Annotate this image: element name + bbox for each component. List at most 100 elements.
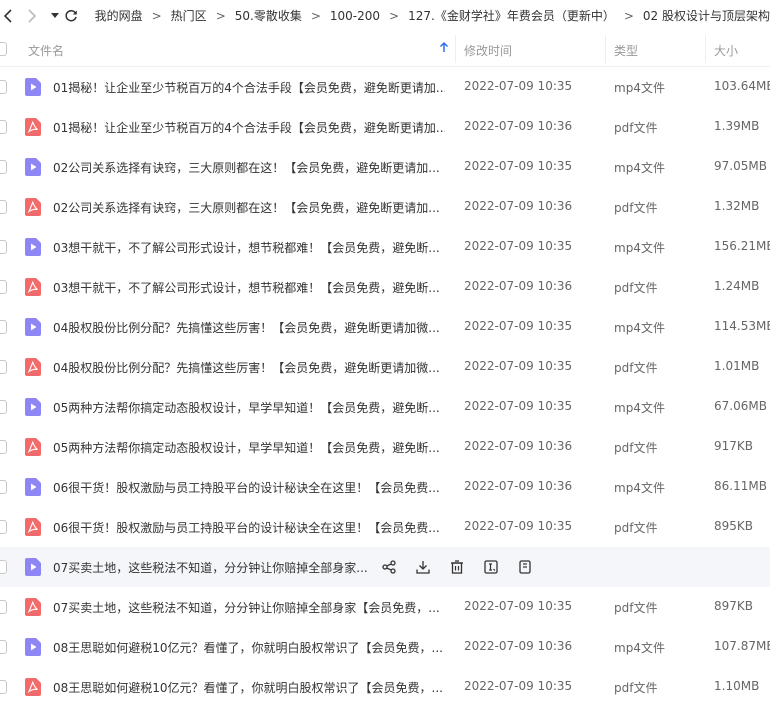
file-name[interactable]: 07买卖土地，这些税法不知道，分分钟让你赔掉全部身家... bbox=[53, 559, 368, 576]
file-name[interactable]: 06很干货！股权激励与员工持股平台的设计秘诀全在这里！【会员免费... bbox=[53, 479, 440, 496]
row-actions bbox=[382, 557, 552, 577]
file-type: mp4文件 bbox=[614, 481, 665, 495]
file-row[interactable]: 02公司关系选择有诀窍，三大原则都在这！【会员免费，避免断更请加... 2022-… bbox=[0, 147, 770, 187]
file-size: 1.39MB bbox=[714, 119, 760, 133]
column-header-type[interactable]: 类型 bbox=[614, 42, 638, 59]
row-checkbox[interactable] bbox=[0, 80, 7, 94]
file-name[interactable]: 08王思聪如何避税10亿元？看懂了，你就明白股权常识了【会员免费，... bbox=[53, 679, 443, 696]
forward-icon[interactable] bbox=[15, 0, 49, 31]
row-checkbox[interactable] bbox=[0, 640, 7, 654]
select-all-checkbox[interactable] bbox=[0, 42, 7, 56]
rename-icon[interactable] bbox=[484, 557, 518, 577]
file-row[interactable]: 08王思聪如何避税10亿元？看懂了，你就明白股权常识了【会员免费，... 2022… bbox=[0, 627, 770, 667]
file-name[interactable]: 06很干货！股权激励与员工持股平台的设计秘诀全在这里！【会员免费... bbox=[53, 519, 440, 536]
file-modified-time: 2022-07-09 10:36 bbox=[464, 119, 573, 133]
file-name[interactable]: 02公司关系选择有诀窍，三大原则都在这！【会员免费，避免断更请加... bbox=[53, 199, 440, 216]
more-icon[interactable] bbox=[518, 557, 552, 577]
row-checkbox[interactable] bbox=[0, 400, 7, 414]
breadcrumb-item[interactable]: 热门区 bbox=[171, 7, 207, 24]
file-row[interactable]: 07买卖土地，这些税法不知道，分分钟让你赔掉全部身家【会员免费，... 2022-… bbox=[0, 587, 770, 627]
file-size: 917KB bbox=[714, 439, 754, 453]
file-modified-time: 2022-07-09 10:36 bbox=[464, 479, 573, 493]
file-row[interactable]: 03想干就干，不了解公司形式设计，想节税都难！【会员免费，避免断... 2022-… bbox=[0, 227, 770, 267]
file-type: pdf文件 bbox=[614, 441, 658, 455]
row-checkbox[interactable] bbox=[0, 600, 7, 614]
history-dropdown-icon[interactable] bbox=[49, 0, 61, 31]
file-row[interactable]: 05两种方法帮你搞定动态股权设计，早学早知道！【会员免费，避免断... 2022-… bbox=[0, 427, 770, 467]
download-icon[interactable] bbox=[416, 557, 450, 577]
file-name[interactable]: 03想干就干，不了解公司形式设计，想节税都难！【会员免费，避免断... bbox=[53, 239, 440, 256]
column-header-name[interactable]: 文件名 bbox=[28, 42, 64, 59]
file-name[interactable]: 01揭秘！让企业至少节税百万的4个合法手段【会员免费，避免断更请加... bbox=[53, 119, 445, 136]
breadcrumb-item[interactable]: 127.《金财学社》年费会员（更新中） bbox=[408, 7, 615, 24]
row-checkbox[interactable] bbox=[0, 160, 7, 174]
column-header-size[interactable]: 大小 bbox=[714, 42, 738, 59]
file-row[interactable]: 07买卖土地，这些税法不知道，分分钟让你赔掉全部身家... bbox=[0, 547, 770, 587]
column-divider[interactable] bbox=[605, 35, 606, 63]
file-name[interactable]: 05两种方法帮你搞定动态股权设计，早学早知道！【会员免费，避免断... bbox=[53, 399, 440, 416]
file-size: 897KB bbox=[714, 599, 754, 613]
file-row[interactable]: 08王思聪如何避税10亿元？看懂了，你就明白股权常识了【会员免费，... 2022… bbox=[0, 667, 770, 707]
file-row[interactable]: 05两种方法帮你搞定动态股权设计，早学早知道！【会员免费，避免断... 2022-… bbox=[0, 387, 770, 427]
pdf-file-icon bbox=[25, 678, 41, 696]
breadcrumb-item[interactable]: 50.零散收集 bbox=[235, 7, 302, 24]
file-modified-time: 2022-07-09 10:36 bbox=[464, 199, 573, 213]
row-checkbox[interactable] bbox=[0, 680, 7, 694]
video-file-icon bbox=[25, 478, 41, 496]
file-name[interactable]: 02公司关系选择有诀窍，三大原则都在这！【会员免费，避免断更请加... bbox=[53, 159, 440, 176]
file-type: mp4文件 bbox=[614, 401, 665, 415]
breadcrumb-separator: > bbox=[215, 8, 226, 23]
file-row[interactable]: 01揭秘！让企业至少节税百万的4个合法手段【会员免费，避免断更请加... 2022… bbox=[0, 67, 770, 107]
breadcrumb-item[interactable]: 02 股权设计与顶层架构 bbox=[643, 7, 770, 24]
file-name[interactable]: 03想干就干，不了解公司形式设计，想节税都难！【会员免费，避免断... bbox=[53, 279, 440, 296]
column-divider[interactable] bbox=[455, 35, 456, 63]
file-row[interactable]: 06很干货！股权激励与员工持股平台的设计秘诀全在这里！【会员免费... 2022-… bbox=[0, 467, 770, 507]
row-checkbox[interactable] bbox=[0, 560, 7, 574]
breadcrumb-item[interactable]: 100-200 bbox=[330, 9, 380, 23]
row-checkbox[interactable] bbox=[0, 280, 7, 294]
video-file-icon bbox=[25, 318, 41, 336]
column-divider[interactable] bbox=[705, 35, 706, 63]
delete-icon[interactable] bbox=[450, 557, 484, 577]
row-checkbox[interactable] bbox=[0, 240, 7, 254]
file-row[interactable]: 01揭秘！让企业至少节税百万的4个合法手段【会员免费，避免断更请加... 2022… bbox=[0, 107, 770, 147]
refresh-icon[interactable] bbox=[61, 0, 81, 31]
file-modified-time: 2022-07-09 10:36 bbox=[464, 279, 573, 293]
row-checkbox[interactable] bbox=[0, 360, 7, 374]
file-row[interactable]: 04股权股份比例分配？先搞懂这些厉害！【会员免费，避免断更请加微... 2022-… bbox=[0, 307, 770, 347]
row-checkbox[interactable] bbox=[0, 200, 7, 214]
row-checkbox[interactable] bbox=[0, 320, 7, 334]
column-header-modified[interactable]: 修改时间 bbox=[464, 42, 512, 59]
row-checkbox[interactable] bbox=[0, 440, 7, 454]
file-size: 107.87MB bbox=[714, 639, 770, 653]
file-row[interactable]: 02公司关系选择有诀窍，三大原则都在这！【会员免费，避免断更请加... 2022-… bbox=[0, 187, 770, 227]
back-icon[interactable] bbox=[0, 0, 15, 31]
pdf-file-icon bbox=[25, 518, 41, 536]
file-name[interactable]: 04股权股份比例分配？先搞懂这些厉害！【会员免费，避免断更请加微... bbox=[53, 319, 440, 336]
row-checkbox[interactable] bbox=[0, 120, 7, 134]
breadcrumb-item[interactable]: 我的网盘 bbox=[95, 7, 143, 24]
file-modified-time: 2022-07-09 10:35 bbox=[464, 159, 573, 173]
file-size: 156.21MB bbox=[714, 239, 770, 253]
breadcrumb: 我的网盘 > 热门区 >50.零散收集 >100-200 >127.《金财学社》年费会员（… bbox=[95, 7, 770, 24]
file-row[interactable]: 04股权股份比例分配？先搞懂这些厉害！【会员免费，避免断更请加微... 2022-… bbox=[0, 347, 770, 387]
video-file-icon bbox=[25, 558, 41, 576]
file-name[interactable]: 01揭秘！让企业至少节税百万的4个合法手段【会员免费，避免断更请加... bbox=[53, 79, 445, 96]
file-type: mp4文件 bbox=[614, 241, 665, 255]
file-name[interactable]: 08王思聪如何避税10亿元？看懂了，你就明白股权常识了【会员免费，... bbox=[53, 639, 443, 656]
row-checkbox[interactable] bbox=[0, 480, 7, 494]
file-row[interactable]: 03想干就干，不了解公司形式设计，想节税都难！【会员免费，避免断... 2022-… bbox=[0, 267, 770, 307]
breadcrumb-separator: > bbox=[623, 8, 634, 23]
video-file-icon bbox=[25, 638, 41, 656]
file-name[interactable]: 05两种方法帮你搞定动态股权设计，早学早知道！【会员免费，避免断... bbox=[53, 439, 440, 456]
breadcrumb-separator: > bbox=[389, 8, 400, 23]
file-name[interactable]: 04股权股份比例分配？先搞懂这些厉害！【会员免费，避免断更请加微... bbox=[53, 359, 440, 376]
file-name[interactable]: 07买卖土地，这些税法不知道，分分钟让你赔掉全部身家【会员免费，... bbox=[53, 599, 440, 616]
row-checkbox[interactable] bbox=[0, 520, 7, 534]
share-icon[interactable] bbox=[382, 557, 416, 577]
file-row[interactable]: 06很干货！股权激励与员工持股平台的设计秘诀全在这里！【会员免费... 2022-… bbox=[0, 507, 770, 547]
sort-ascending-icon[interactable] bbox=[439, 41, 449, 56]
file-size: 1.24MB bbox=[714, 279, 760, 293]
file-size: 97.05MB bbox=[714, 159, 767, 173]
file-modified-time: 2022-07-09 10:35 bbox=[464, 79, 573, 93]
